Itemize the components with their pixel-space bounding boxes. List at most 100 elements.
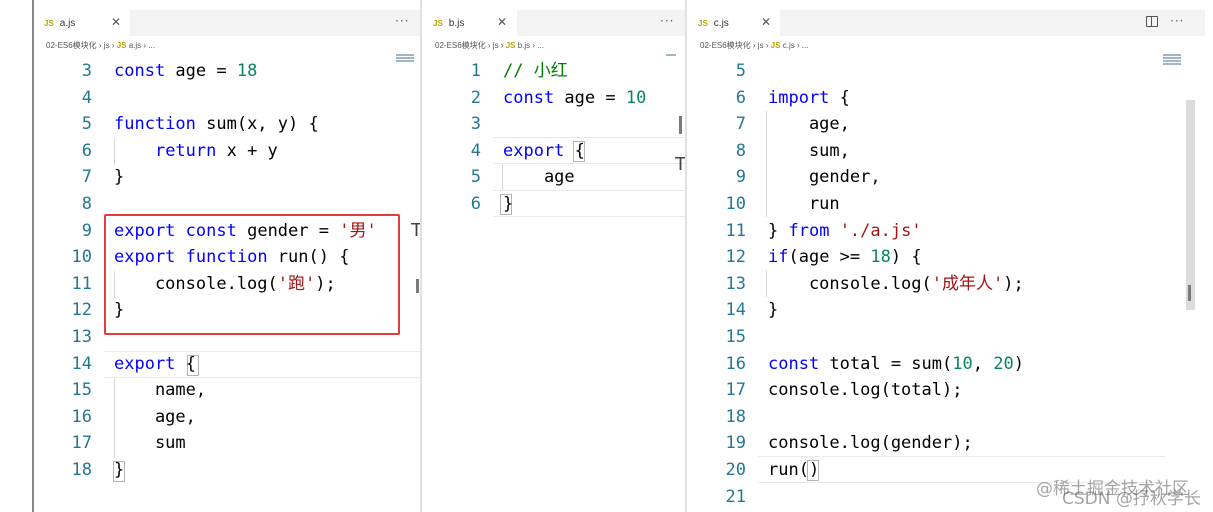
code-line[interactable]: 3 xyxy=(423,111,685,138)
code-token: gender, xyxy=(768,167,881,188)
breadcrumb: 02-ES6模块化 › js › JS b.js › ... xyxy=(435,41,544,50)
code-token: sum, xyxy=(768,140,850,161)
split-editor-icon[interactable] xyxy=(1146,16,1158,27)
breadcrumb-tail[interactable]: ... xyxy=(802,41,809,50)
code-line[interactable]: 4 export { xyxy=(423,138,685,165)
code-editor[interactable]: 1// 小红 2 const age = 10 3 4 export {5 age 6} xyxy=(423,58,685,218)
scroll-marker[interactable] xyxy=(1188,285,1191,301)
breadcrumb-tail[interactable]: ... xyxy=(148,41,155,50)
breadcrumb-file[interactable]: c.js xyxy=(783,41,795,50)
code-text: console.log(total); xyxy=(768,377,962,404)
js-file-icon: JS xyxy=(770,41,781,50)
close-icon[interactable]: ✕ xyxy=(761,15,771,29)
code-text: } xyxy=(114,164,124,191)
tab-c-js[interactable]: JS c.js ✕ xyxy=(688,10,780,36)
more-actions-icon[interactable]: ··· xyxy=(1170,14,1184,28)
code-line[interactable]: 18 xyxy=(688,404,1205,431)
more-actions-icon[interactable]: ··· xyxy=(660,14,674,28)
code-token: age = xyxy=(554,87,626,108)
breadcrumb-file[interactable]: b.js xyxy=(518,41,530,50)
breadcrumb-tail[interactable]: ... xyxy=(537,41,544,50)
code-line[interactable]: 6 import { xyxy=(688,85,1205,112)
tab-bar: JS b.js ✕ ··· xyxy=(423,10,685,36)
code-line[interactable]: 17 sum xyxy=(34,430,420,457)
line-number: 14 xyxy=(71,353,92,374)
code-line[interactable]: 10 run xyxy=(688,191,1205,218)
breadcrumb-dir[interactable]: js xyxy=(104,41,110,50)
breadcrumb-dir[interactable]: js xyxy=(758,41,764,50)
code-token: from xyxy=(788,220,830,241)
editor-pane-b: JS b.js ✕ ··· 02-ES6模块化 › js › JS b.js ›… xyxy=(423,0,685,512)
code-text: const age = 18 xyxy=(114,58,257,85)
vertical-scrollbar[interactable] xyxy=(1186,100,1195,310)
code-token: 20 xyxy=(993,353,1014,374)
code-text: age xyxy=(503,164,575,191)
code-line[interactable]: 6 return x + y xyxy=(34,138,420,165)
editor-pane-a: JS a.js ✕ ··· 02-ES6模块化 › js › JS a.js ›… xyxy=(34,0,420,512)
code-line[interactable]: 11} from './a.js' xyxy=(688,218,1205,245)
code-token: age xyxy=(503,167,575,188)
breadcrumb-dir[interactable]: js xyxy=(493,41,499,50)
breadcrumb-file[interactable]: a.js xyxy=(129,41,141,50)
code-line[interactable]: 8 sum, xyxy=(688,138,1205,165)
code-line[interactable]: 17 console.log(total); xyxy=(688,377,1205,404)
line-number: 5 xyxy=(81,114,92,135)
line-number: 15 xyxy=(725,326,746,347)
minimap[interactable] xyxy=(666,54,676,68)
scroll-marker[interactable] xyxy=(679,116,682,134)
js-file-icon: JS xyxy=(433,18,443,28)
code-line[interactable]: 6} xyxy=(423,191,685,218)
breadcrumb-folder[interactable]: 02-ES6模块化 xyxy=(700,41,751,50)
line-number: 8 xyxy=(735,140,746,161)
line-number: 6 xyxy=(470,193,481,214)
tab-label: a.js xyxy=(59,17,76,29)
scroll-marker[interactable] xyxy=(416,279,419,293)
tab-b-js[interactable]: JS b.js ✕ xyxy=(423,10,517,36)
line-number: 6 xyxy=(735,87,746,108)
code-line[interactable]: 16 age, xyxy=(34,404,420,431)
code-line[interactable]: 19 console.log(gender); xyxy=(688,430,1205,457)
code-line[interactable]: 13 console.log('成年人'); xyxy=(688,271,1205,298)
line-number: 18 xyxy=(725,406,746,427)
minimap[interactable] xyxy=(1163,54,1181,68)
close-icon[interactable]: ✕ xyxy=(111,15,121,29)
pane-divider[interactable] xyxy=(420,0,422,512)
code-token: console.log(gender); xyxy=(768,433,973,454)
line-number: 2 xyxy=(470,87,481,108)
breadcrumb-folder[interactable]: 02-ES6模块化 xyxy=(46,41,97,50)
minimap[interactable] xyxy=(396,54,414,68)
code-token: import xyxy=(768,87,830,108)
code-token: const xyxy=(503,87,555,108)
code-line[interactable]: 14 export { xyxy=(34,351,420,378)
code-line[interactable]: 12 if(age >= 18) { xyxy=(688,244,1205,271)
tab-label: b.js xyxy=(448,17,465,29)
code-editor[interactable]: 5 6 import {7 age, 8 sum, 9 gender, 10 run 11}… xyxy=(688,58,1205,510)
line-number: 3 xyxy=(470,114,481,135)
code-line[interactable]: 9 gender, xyxy=(688,164,1205,191)
code-line[interactable]: 5 function sum(x, y) { xyxy=(34,111,420,138)
code-line[interactable]: 7 age, xyxy=(688,111,1205,138)
code-line[interactable]: 15 xyxy=(688,324,1205,351)
code-line[interactable]: 1 // 小红 xyxy=(423,58,685,85)
code-line[interactable]: 5 age xyxy=(423,164,685,191)
code-line[interactable]: 4 xyxy=(34,85,420,112)
code-token: const xyxy=(114,61,166,81)
code-token: } xyxy=(503,193,514,214)
code-line[interactable]: 14} xyxy=(688,297,1205,324)
more-actions-icon[interactable]: ··· xyxy=(395,14,409,28)
code-line[interactable]: 5 xyxy=(688,58,1205,85)
code-line[interactable]: 3 const age = 18 xyxy=(34,58,420,85)
pane-divider[interactable] xyxy=(685,0,687,512)
breadcrumb-folder[interactable]: 02-ES6模块化 xyxy=(435,41,486,50)
code-line[interactable]: 15 name, xyxy=(34,377,420,404)
close-icon[interactable]: ✕ xyxy=(497,15,507,29)
line-number: 20 xyxy=(725,459,746,480)
code-line[interactable]: 7} xyxy=(34,164,420,191)
line-number: 9 xyxy=(81,220,92,241)
code-line[interactable]: 2 const age = 10 xyxy=(423,85,685,112)
tab-a-js[interactable]: JS a.js ✕ xyxy=(34,10,130,36)
code-line[interactable]: 18} xyxy=(34,457,420,484)
code-line[interactable]: 16 const total = sum(10, 20) xyxy=(688,351,1205,378)
line-number: 11 xyxy=(71,273,92,294)
